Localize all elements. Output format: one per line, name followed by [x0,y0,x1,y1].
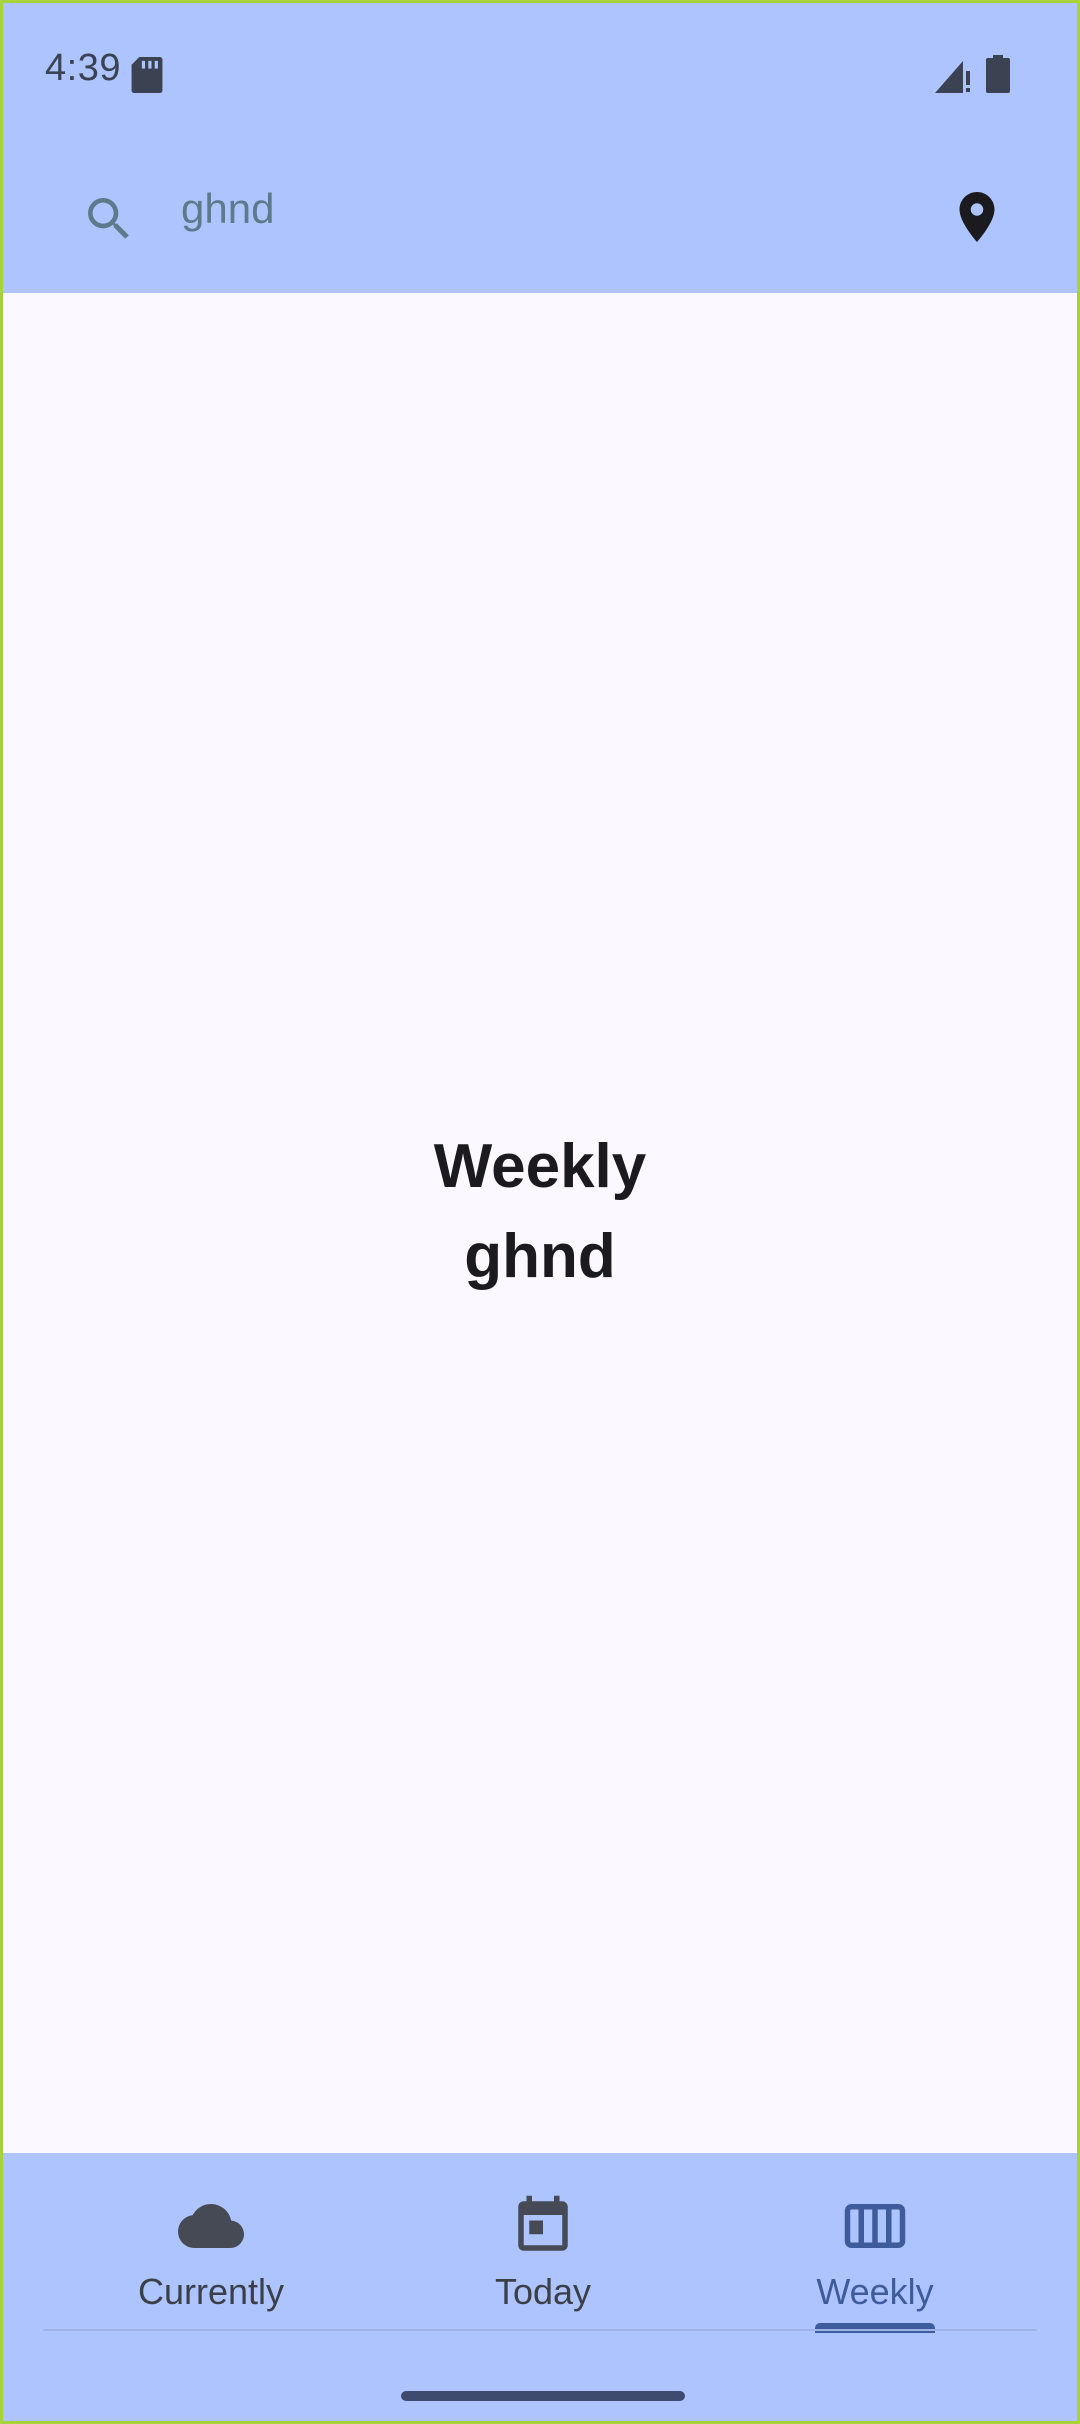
tab-weekly[interactable]: Weekly [710,2153,1040,2333]
location-name: ghnd [464,1222,616,1291]
page-title: Weekly [433,1132,647,1201]
main-content: Weekly ghnd [3,293,1077,2153]
location-pin-icon[interactable] [947,187,1007,247]
app-frame: 4:39 Weekly ghnd [0,0,1080,2424]
tab-label: Today [494,2271,592,2312]
status-bar: 4:39 [3,3,1077,143]
signal-icon [935,61,970,93]
view-week-icon [844,2204,906,2248]
calendar-icon [518,2195,568,2251]
search-input[interactable] [181,179,881,239]
cloud-icon [178,2204,244,2248]
battery-icon [986,55,1010,93]
nav-divider [43,2329,1037,2331]
active-tab-indicator [815,2323,935,2333]
tab-label: Weekly [816,2271,934,2312]
search-icon[interactable] [81,191,137,247]
tab-today[interactable]: Today [378,2153,708,2333]
status-time: 4:39 [45,47,121,89]
bottom-navigation: Currently Today Weekly [3,2153,1077,2421]
tab-currently[interactable]: Currently [46,2153,376,2333]
sd-card-icon [131,57,163,93]
tab-label: Currently [137,2271,285,2312]
home-indicator[interactable] [401,2391,685,2401]
search-bar [3,143,1077,293]
